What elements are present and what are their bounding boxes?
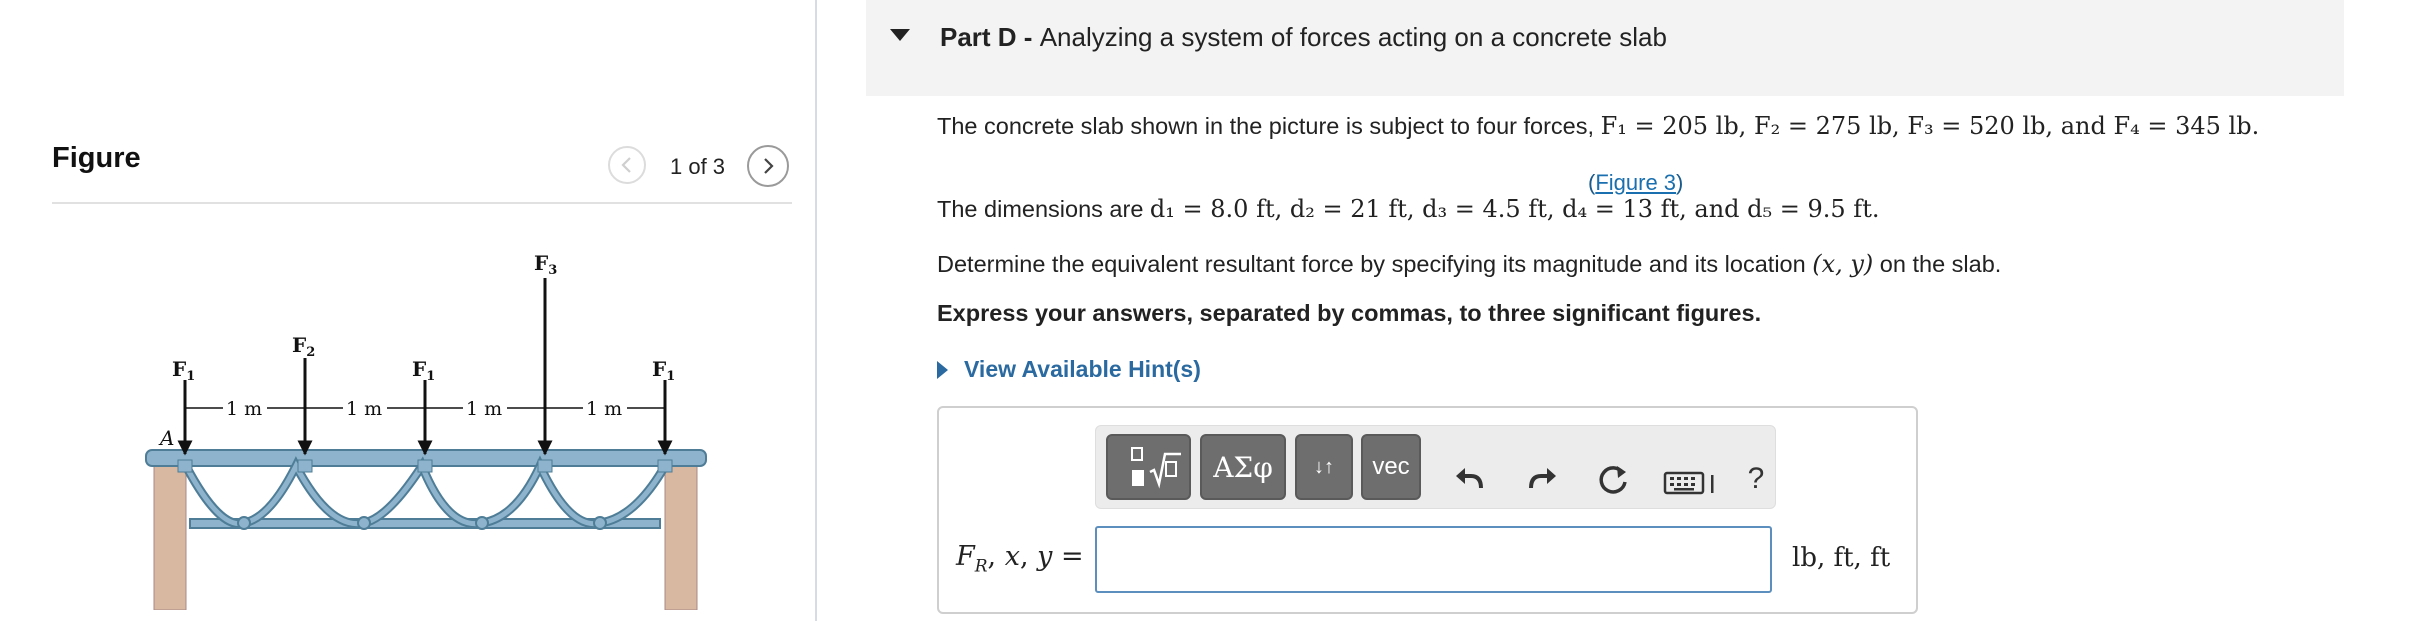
greek-symbols-button[interactable]: ΑΣφ xyxy=(1200,434,1286,500)
label-f1-right: F1 xyxy=(652,357,675,384)
figure-divider xyxy=(52,202,792,204)
figure-pager: 1 of 3 xyxy=(670,154,726,179)
answer-units: lb, ft, ft xyxy=(1792,543,1891,573)
undo-icon xyxy=(1456,468,1483,489)
problem-question: Determine the equivalent resultant force… xyxy=(937,250,2002,278)
dim-label-1: 1 m xyxy=(226,398,262,420)
figure-link[interactable]: Figure 3 xyxy=(1595,170,1676,195)
expand-caret-icon xyxy=(937,360,948,379)
templates-icon xyxy=(1130,447,1181,489)
pane-divider xyxy=(815,0,817,621)
prev-figure-button[interactable] xyxy=(608,146,646,184)
right-post xyxy=(664,461,698,610)
label-f3: F3 xyxy=(534,251,557,278)
problem-forces: The concrete slab shown in the picture i… xyxy=(937,112,2260,140)
label-point-a: A xyxy=(158,426,174,450)
undo-button[interactable] xyxy=(1448,457,1492,501)
dim-label-4: 1 m xyxy=(586,398,622,420)
dim-label-2: 1 m xyxy=(346,398,382,420)
arrows-button[interactable]: ↓↑ xyxy=(1295,434,1353,500)
problem-dimensions: The dimensions are d₁ = 8.0 ft, d₂ = 21 … xyxy=(937,195,1880,223)
collapse-caret-icon[interactable] xyxy=(890,29,910,41)
part-label: Part D - xyxy=(940,22,1040,52)
part-title-text: Analyzing a system of forces acting on a… xyxy=(1039,22,1667,52)
figure-title: Figure xyxy=(52,142,141,174)
keyboard-button[interactable] xyxy=(1660,460,1720,504)
left-post xyxy=(153,461,187,610)
truss-diagram: F1 F2 F1 F3 F1 A 1 m 1 m 1 m 1 m xyxy=(145,251,707,610)
templates-button[interactable] xyxy=(1106,434,1191,500)
part-title: Part D - Analyzing a system of forces ac… xyxy=(940,22,1667,53)
help-button[interactable]: ? xyxy=(1734,457,1778,501)
view-hints-link[interactable]: View Available Hint(s) xyxy=(937,356,1201,383)
vector-button[interactable]: vec xyxy=(1361,434,1421,500)
redo-icon xyxy=(1529,468,1556,489)
answer-input[interactable] xyxy=(1095,526,1772,593)
chevron-left-icon xyxy=(621,157,631,173)
label-f1-mid: F1 xyxy=(412,357,435,384)
redo-button[interactable] xyxy=(1520,457,1564,501)
reset-icon xyxy=(1599,466,1627,494)
reset-button[interactable] xyxy=(1591,457,1635,501)
answer-label: FR, x, y = xyxy=(956,541,1084,577)
next-figure-button[interactable] xyxy=(747,145,789,187)
dim-label-3: 1 m xyxy=(466,398,502,420)
keyboard-icon xyxy=(1663,471,1714,495)
figure-link-wrap: (Figure 3) xyxy=(1588,170,1684,195)
problem-instruction: Express your answers, separated by comma… xyxy=(937,300,1762,326)
chevron-right-icon xyxy=(764,158,774,174)
label-f1-left: F1 xyxy=(172,357,195,384)
label-f2: F2 xyxy=(292,333,315,360)
